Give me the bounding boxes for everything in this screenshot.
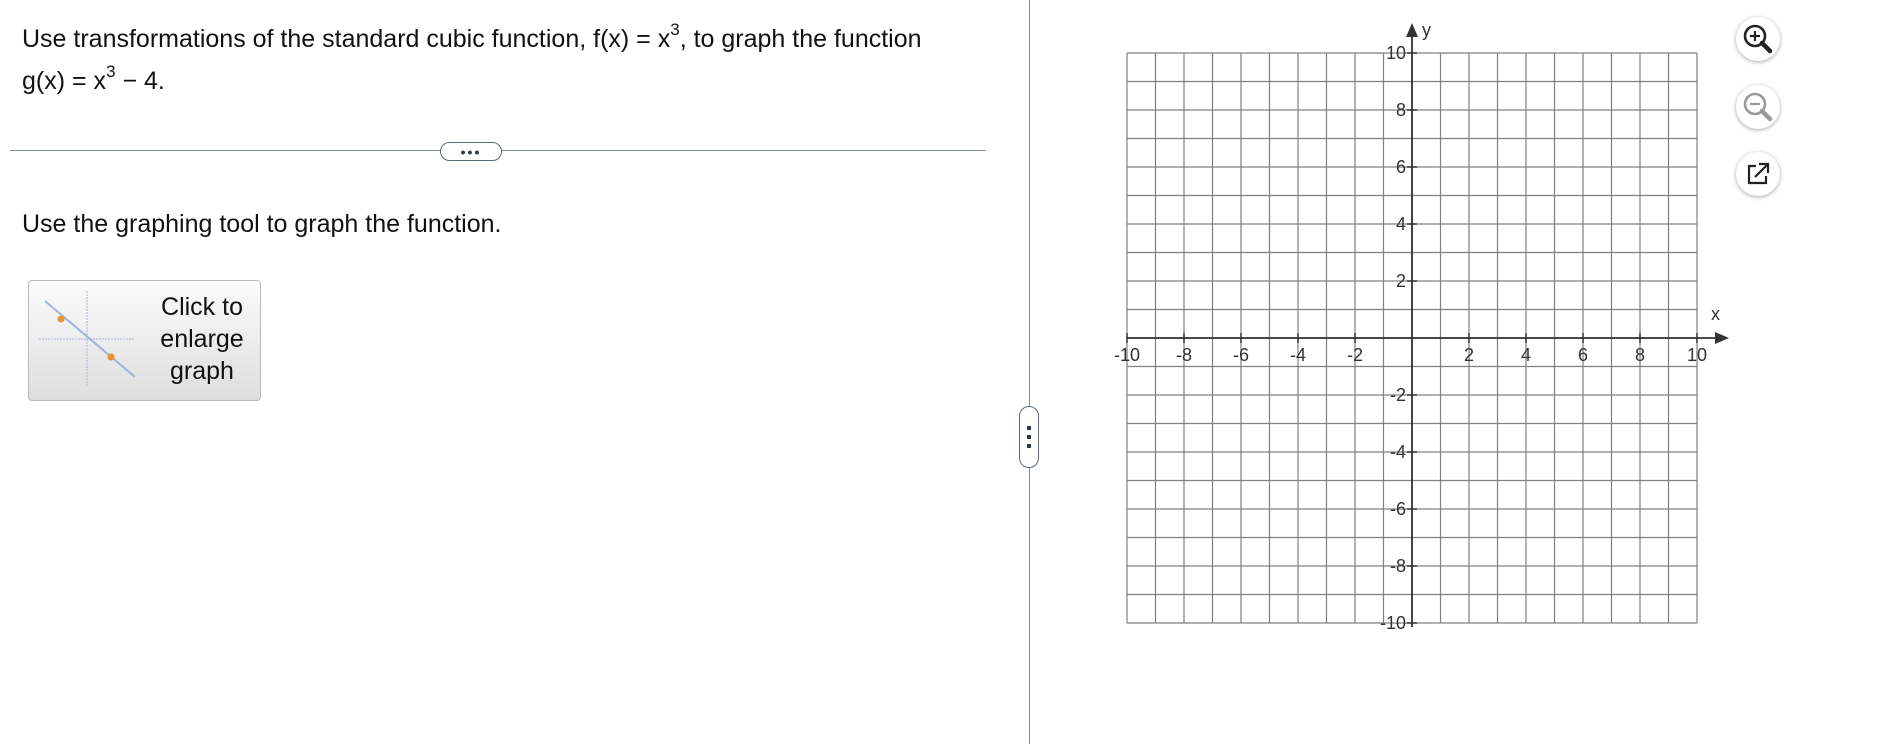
grip-dot (1027, 435, 1031, 439)
graphing-area[interactable]: xy -10 -8 -6 -4 -2 2 4 6 8 10108642-2-4-6-8-10 (1100, 10, 1760, 650)
label-line: Click to (161, 293, 243, 321)
y-tick-label: 8 (1396, 100, 1406, 120)
function-name: g(x) (22, 67, 66, 95)
prompt-eq: = x (629, 25, 671, 53)
zoom-in-icon (1743, 24, 1773, 54)
y-axis-arrow (1406, 23, 1418, 37)
label-line: graph (170, 357, 234, 385)
zoom-out-icon (1743, 92, 1773, 122)
question-pane: Use transformations of the standard cubi… (0, 0, 1030, 744)
enlarge-graph-button[interactable]: Click to enlarge graph (28, 280, 261, 401)
y-tick-label: 10 (1386, 43, 1406, 63)
popout-button[interactable] (1736, 152, 1780, 196)
prompt-text: Use transformations of the standard cubi… (22, 25, 630, 53)
pane-divider (1029, 0, 1030, 744)
x-tick-label: 4 (1521, 345, 1531, 365)
zoom-in-button[interactable] (1736, 17, 1780, 61)
x-tick-label: -4 (1290, 345, 1306, 365)
question-line-1: Use transformations of the standard cubi… (22, 18, 1012, 60)
x-tick-label: -8 (1176, 345, 1192, 365)
x-tick-label: 10 (1687, 345, 1707, 365)
prompt-eq: = x (65, 67, 107, 95)
pane-resize-handle[interactable] (1019, 406, 1039, 468)
question-line-2: g(x) = x3 − 4. (22, 60, 1012, 102)
x-tick-label: 8 (1635, 345, 1645, 365)
x-axis-label: x (1711, 304, 1720, 324)
prompt-text: , to graph the function (679, 25, 922, 53)
y-axis-label: y (1422, 20, 1431, 40)
x-tick-label: -2 (1347, 345, 1363, 365)
enlarge-graph-label: Click to enlarge graph (147, 291, 257, 387)
axes: xy (1126, 20, 1729, 627)
y-tick-label: 2 (1396, 271, 1406, 291)
x-tick-label: -10 (1114, 345, 1140, 365)
exponent: 3 (106, 61, 116, 81)
grip-dot (1027, 444, 1031, 448)
y-tick-label: -6 (1390, 499, 1406, 519)
graph-thumbnail-icon (39, 291, 136, 387)
y-tick-label: -2 (1390, 385, 1406, 405)
y-tick-label: -10 (1380, 613, 1406, 633)
grip-dot (1027, 426, 1031, 430)
instruction-text: Use the graphing tool to graph the funct… (22, 210, 502, 238)
prompt-text: − 4. (115, 67, 165, 95)
zoom-out-button[interactable] (1736, 85, 1780, 129)
x-tick-label: 2 (1464, 345, 1474, 365)
label-line: enlarge (160, 325, 244, 353)
external-window-icon (1747, 162, 1770, 185)
y-tick-label: -4 (1390, 442, 1406, 462)
y-tick-label: 4 (1396, 214, 1406, 234)
y-tick-label: -8 (1390, 556, 1406, 576)
y-tick-label: 6 (1396, 157, 1406, 177)
question-text: Use transformations of the standard cubi… (22, 18, 1012, 102)
exponent: 3 (670, 19, 680, 39)
expand-toggle-button[interactable]: ••• (440, 142, 502, 161)
x-tick-label: -6 (1233, 345, 1249, 365)
x-axis-arrow (1715, 332, 1729, 344)
x-tick-label: 6 (1578, 345, 1588, 365)
